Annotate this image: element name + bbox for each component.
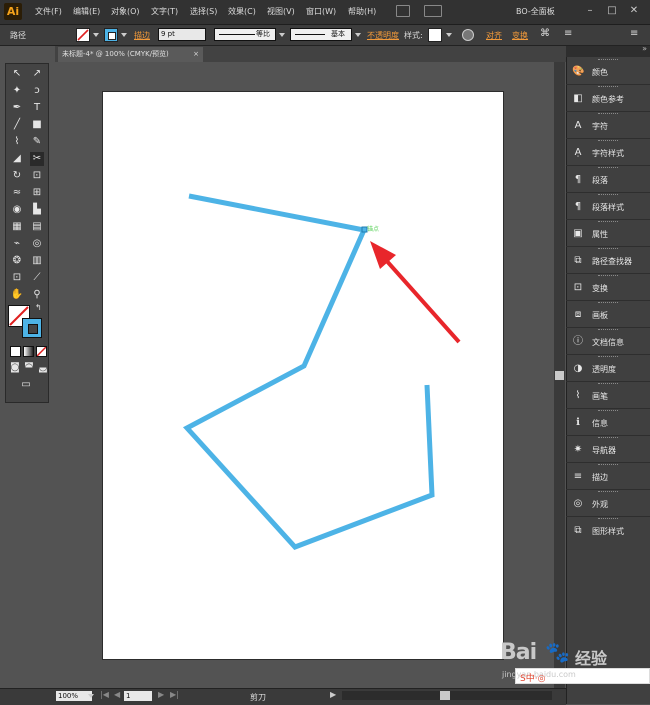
panel-navigator[interactable]: ✷ 导航器 — [566, 436, 650, 463]
panel-paragraph-styles[interactable]: ¶ 段落样式 — [566, 193, 650, 220]
color-icon: 🎨 — [572, 66, 585, 77]
horizontal-scroll-thumb[interactable] — [440, 691, 450, 700]
transparency-icon: ◑ — [573, 363, 583, 374]
zoom-dropdown-icon[interactable] — [88, 694, 94, 698]
panel-info[interactable]: ℹ 信息 — [566, 409, 650, 436]
panel-color-guide[interactable]: ◧ 颜色参考 — [566, 85, 650, 112]
panel-attributes[interactable]: ▣ 属性 — [566, 220, 650, 247]
document-info-icon: ⓘ — [573, 336, 583, 347]
last-page-icon[interactable]: ▶| — [170, 690, 179, 699]
watermark-paw-icon: 🐾 — [545, 640, 570, 664]
pathfinder-icon: ⧉ — [574, 255, 582, 266]
panel-character[interactable]: A 字符 — [566, 112, 650, 139]
panel-transform[interactable]: ⊡ 变换 — [566, 274, 650, 301]
vertical-scroll-thumb[interactable] — [555, 371, 564, 380]
first-page-icon[interactable]: |◀ — [100, 690, 109, 699]
panel-document-info[interactable]: ⓘ 文档信息 — [566, 328, 650, 355]
watermark-logo: Bai — [500, 640, 537, 665]
graphic-styles-icon: ⧉ — [574, 525, 582, 536]
status-menu-icon[interactable]: ▶ — [330, 690, 336, 699]
next-page-icon[interactable]: ▶ — [158, 690, 164, 699]
previous-page-icon[interactable]: ◀ — [114, 690, 120, 699]
panel-transparency[interactable]: ◑ 透明度 — [566, 355, 650, 382]
color-guide-icon: ◧ — [573, 93, 583, 104]
red-arrow-shaft — [383, 257, 461, 344]
panel-pathfinder[interactable]: ⧉ 路径查找器 — [566, 247, 650, 274]
panel-stroke[interactable]: ≡ 描边 — [566, 463, 650, 490]
character-icon: A — [574, 120, 582, 131]
navigator-icon: ✷ — [573, 444, 583, 455]
panel-artboards[interactable]: ⧈ 画板 — [566, 301, 650, 328]
anchor-hint-label: 锚点 — [367, 225, 379, 233]
page-number-field[interactable]: 1 — [124, 691, 152, 701]
paragraph-icon: ¶ — [574, 174, 582, 185]
stroke-icon: ≡ — [573, 471, 583, 482]
transform-icon: ⊡ — [573, 282, 583, 293]
panel-paragraph[interactable]: ¶ 段落 — [566, 166, 650, 193]
artwork-layer: 锚点 — [182, 193, 461, 550]
panel-character-styles[interactable]: Ạ 字符样式 — [566, 139, 650, 166]
panel-graphic-styles[interactable]: ⧉ 图形样式 — [566, 517, 650, 544]
collapse-panels-icon: » — [642, 44, 647, 53]
paragraph-styles-icon: ¶ — [574, 201, 582, 212]
attributes-icon: ▣ — [573, 228, 583, 239]
character-styles-icon: Ạ — [574, 147, 582, 158]
appearance-icon: ◎ — [573, 498, 583, 509]
blue-path — [182, 193, 435, 550]
current-tool-status[interactable]: 剪刀 — [250, 692, 266, 703]
brushes-icon: ⌇ — [575, 390, 581, 401]
info-icon: ℹ — [576, 417, 580, 428]
panel-brushes[interactable]: ⌇ 画笔 — [566, 382, 650, 409]
zoom-level-field[interactable]: 100% — [56, 691, 92, 701]
watermark-subtitle: 经验 — [575, 649, 608, 668]
artboards-icon: ⧈ — [574, 309, 582, 320]
panel-color[interactable]: 🎨 颜色 — [566, 58, 650, 85]
watermark-bar-text: S中·◎ — [520, 674, 546, 684]
panel-dock-header[interactable]: » — [566, 44, 650, 57]
panel-appearance[interactable]: ◎ 外观 — [566, 490, 650, 517]
